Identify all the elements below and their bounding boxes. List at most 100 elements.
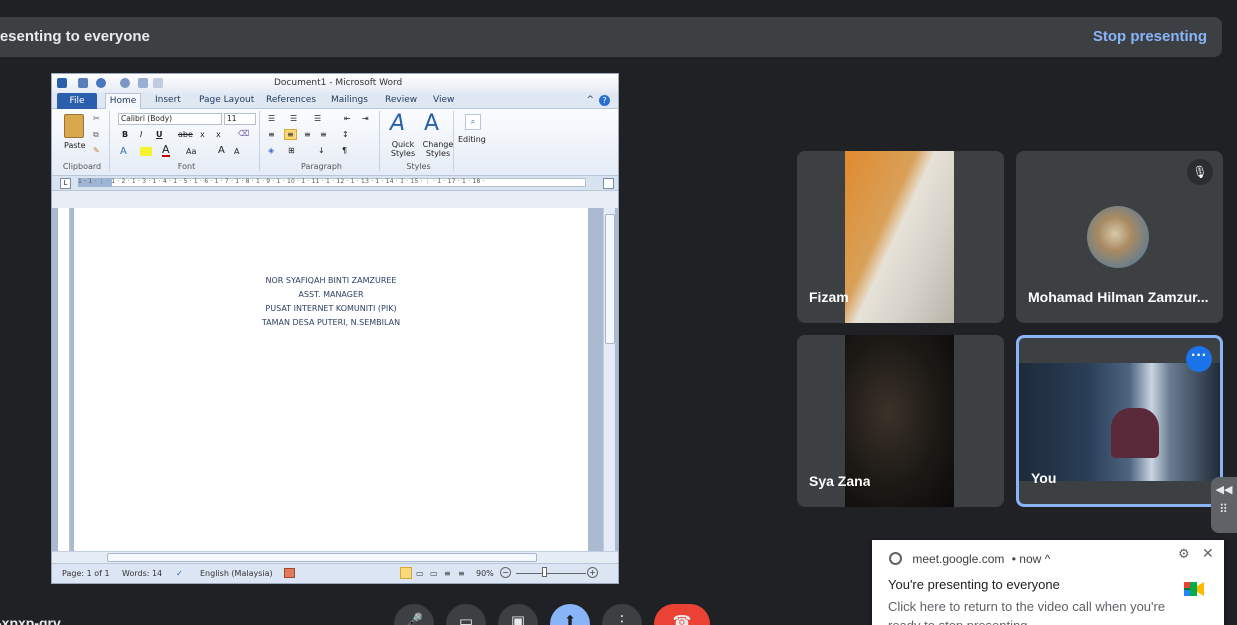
print-preview-icon[interactable]: [138, 78, 148, 88]
cut-icon[interactable]: ✂: [93, 114, 100, 123]
shrink-font-button[interactable]: A: [234, 147, 239, 156]
participant-tile[interactable]: Fizam: [797, 151, 1004, 323]
zoom-out-icon[interactable]: −: [500, 567, 511, 578]
word-count[interactable]: Words: 14: [122, 569, 162, 578]
paste-icon[interactable]: [64, 114, 84, 138]
tab-references[interactable]: References: [266, 95, 316, 105]
more-options-button[interactable]: ⋮: [602, 604, 642, 625]
text-effects-icon[interactable]: A: [120, 146, 127, 157]
change-case-button[interactable]: Aa: [186, 147, 196, 156]
clear-formatting-icon[interactable]: ⌫: [238, 129, 249, 138]
tab-view[interactable]: View: [433, 95, 454, 105]
change-styles-icon[interactable]: A: [424, 111, 439, 136]
tab-file[interactable]: File: [57, 93, 97, 109]
zoom-slider[interactable]: [516, 573, 586, 574]
save-icon[interactable]: [78, 78, 88, 88]
decrease-indent-icon[interactable]: ⇤: [344, 114, 351, 123]
minimize-ribbon-icon[interactable]: ^: [586, 95, 594, 105]
present-now-button[interactable]: ⬆: [550, 604, 590, 625]
multilevel-list-icon[interactable]: ☰: [314, 114, 321, 123]
more-options-icon[interactable]: ···: [1186, 346, 1212, 372]
copy-icon[interactable]: ⧉: [93, 130, 99, 140]
redo-icon[interactable]: [120, 78, 130, 88]
document-area: NOR SYAFIQAH BINTI ZAMZUREE ASST. MANAGE…: [52, 208, 618, 551]
print-layout-icon[interactable]: [400, 567, 412, 579]
zoom-in-icon[interactable]: +: [587, 567, 598, 578]
italic-button[interactable]: I: [140, 130, 142, 139]
font-size-select[interactable]: 11: [224, 113, 256, 125]
end-call-icon: ☎: [672, 613, 692, 625]
vertical-scroll-thumb[interactable]: [605, 214, 615, 344]
horizontal-scroll-thumb[interactable]: [107, 553, 537, 562]
line-spacing-icon[interactable]: ↕: [342, 130, 349, 139]
font-name-select[interactable]: Calibri (Body): [118, 113, 222, 125]
align-left-icon[interactable]: ≡: [268, 130, 275, 139]
captions-button[interactable]: ▣: [498, 604, 538, 625]
participant-tile[interactable]: 🎙 Mohamad Hilman Zamzur...: [1016, 151, 1223, 323]
tab-review[interactable]: Review: [385, 95, 417, 105]
leave-call-button[interactable]: ☎: [654, 604, 710, 625]
view-ruler-icon[interactable]: [603, 178, 614, 189]
vertical-scrollbar[interactable]: [603, 208, 615, 551]
tab-home[interactable]: Home: [105, 93, 141, 110]
self-tile[interactable]: ··· You: [1016, 335, 1223, 507]
close-icon[interactable]: ✕: [1202, 545, 1214, 562]
document-page[interactable]: NOR SYAFIQAH BINTI ZAMZUREE ASST. MANAGE…: [74, 208, 588, 551]
quick-styles-button[interactable]: Quick Styles: [389, 140, 417, 158]
tab-page-layout[interactable]: Page Layout: [199, 95, 254, 105]
quick-styles-icon[interactable]: A: [390, 111, 405, 136]
underline-button[interactable]: U: [156, 130, 163, 139]
binoculars-icon[interactable]: ⌕: [465, 114, 481, 130]
grow-font-button[interactable]: A: [218, 145, 225, 156]
change-styles-button[interactable]: Change Styles: [421, 140, 455, 158]
camera-button[interactable]: ▭: [446, 604, 486, 625]
doc-line-organization: PUSAT INTERNET KOMUNITI (PIK): [265, 304, 397, 313]
horizontal-scrollbar[interactable]: [52, 551, 618, 563]
zoom-level[interactable]: 90%: [476, 569, 494, 578]
subscript-button[interactable]: x: [200, 130, 205, 139]
proofing-icon[interactable]: ✓: [176, 569, 183, 578]
strikethrough-button[interactable]: abe: [178, 130, 193, 139]
presenting-notification[interactable]: meet.google.com • now ^ ⚙ ✕ You're prese…: [872, 540, 1224, 625]
styles-group: A A Quick Styles Change Styles Styles: [384, 111, 454, 171]
outline-icon[interactable]: ≡: [444, 569, 451, 578]
format-painter-icon[interactable]: ✎: [93, 146, 100, 155]
web-layout-icon[interactable]: ▭: [430, 569, 438, 578]
justify-icon[interactable]: ≡: [320, 130, 327, 139]
increase-indent-icon[interactable]: ⇥: [362, 114, 369, 123]
stop-presenting-button[interactable]: Stop presenting: [1093, 28, 1207, 45]
microphone-button[interactable]: 🎤: [394, 604, 434, 625]
tab-mailings[interactable]: Mailings: [331, 95, 368, 105]
help-icon[interactable]: ?: [599, 95, 610, 106]
mic-off-icon: 🎙: [1187, 159, 1213, 185]
draft-icon[interactable]: ≡: [458, 569, 465, 578]
vertical-ruler: [58, 208, 70, 551]
paste-button[interactable]: Paste: [64, 141, 86, 150]
bullets-icon[interactable]: ☰: [268, 114, 275, 123]
font-color-icon[interactable]: A: [162, 144, 170, 157]
show-hide-button[interactable]: ¶: [342, 146, 347, 155]
tab-insert[interactable]: Insert: [155, 95, 181, 105]
bold-button[interactable]: B: [122, 130, 128, 139]
editing-button[interactable]: Editing: [458, 135, 486, 144]
align-right-icon[interactable]: ≡: [304, 130, 311, 139]
align-center-icon[interactable]: ≡: [284, 129, 297, 140]
language-indicator[interactable]: English (Malaysia): [200, 569, 273, 578]
undo-icon[interactable]: [96, 78, 106, 88]
borders-icon[interactable]: ⊞: [288, 146, 295, 155]
side-panel-handle[interactable]: ◀◀ ⠿: [1211, 477, 1237, 533]
highlight-icon[interactable]: [140, 147, 152, 156]
gear-icon[interactable]: ⚙: [1178, 546, 1190, 562]
notification-time[interactable]: • now ^: [1012, 552, 1051, 566]
full-screen-reading-icon[interactable]: ▭: [416, 569, 424, 578]
numbering-icon[interactable]: ☰: [290, 114, 297, 123]
new-document-icon[interactable]: [153, 78, 163, 88]
shading-icon[interactable]: ◈: [268, 146, 274, 155]
zoom-slider-thumb[interactable]: [542, 567, 547, 577]
tab-selector-icon[interactable]: L: [60, 178, 71, 189]
superscript-button[interactable]: x: [216, 130, 221, 139]
macro-icon[interactable]: [284, 568, 295, 578]
page-count[interactable]: Page: 1 of 1: [62, 569, 110, 578]
participant-tile[interactable]: Sya Zana: [797, 335, 1004, 507]
sort-icon[interactable]: ↓: [318, 146, 325, 155]
